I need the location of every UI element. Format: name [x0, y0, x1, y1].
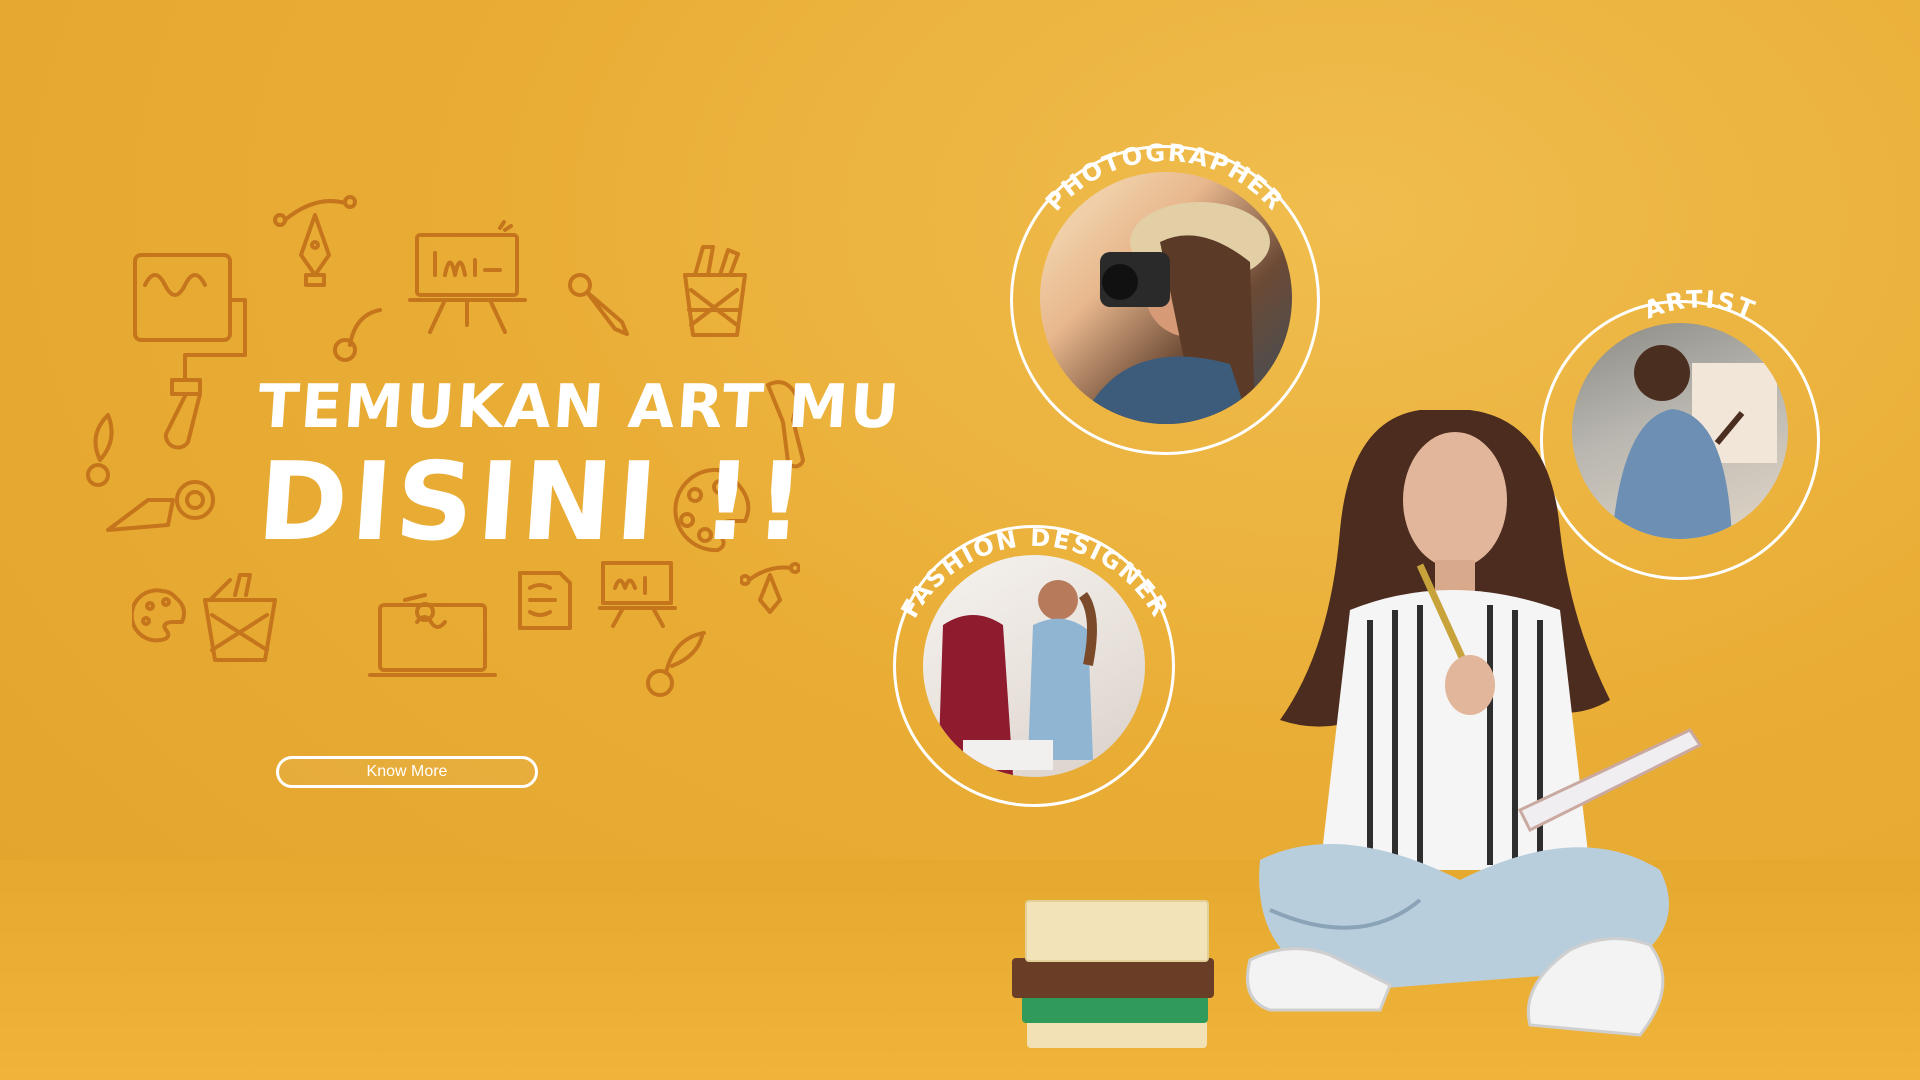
fountain-pen-icon: [106, 480, 215, 532]
artist-label: ARTIST: [1640, 285, 1760, 324]
student-girl-image: [1246, 410, 1703, 1037]
easel-icon: [408, 220, 527, 334]
pen-tool-2-icon: [740, 562, 800, 614]
ink-feather-icon: [333, 308, 382, 362]
photographer-label: PHOTOGRAPHER: [1040, 139, 1290, 217]
quill-ink-2-icon: [646, 631, 706, 697]
palette-knife-icon: [568, 273, 629, 336]
sketch-paper-icon: [518, 571, 572, 630]
pen-tool-icon: [273, 195, 357, 287]
svg-text:ARTIST: ARTIST: [1640, 285, 1760, 324]
svg-text:PHOTOGRAPHER: PHOTOGRAPHER: [1040, 139, 1290, 217]
know-more-button[interactable]: Know More: [276, 756, 538, 788]
fashion-designer-label: FASHION DESIGNER: [896, 524, 1175, 623]
brush-jar-icon: [683, 245, 747, 337]
svg-text:FASHION DESIGNER: FASHION DESIGNER: [896, 524, 1175, 623]
headline-line-1: TEMUKAN ART MU: [255, 372, 904, 442]
laptop-design-icon: [368, 593, 497, 677]
headline-line-2: DISINI !!: [253, 440, 813, 565]
color-palette-small-icon: [132, 588, 186, 643]
brush-jar-2-icon: [203, 573, 277, 662]
